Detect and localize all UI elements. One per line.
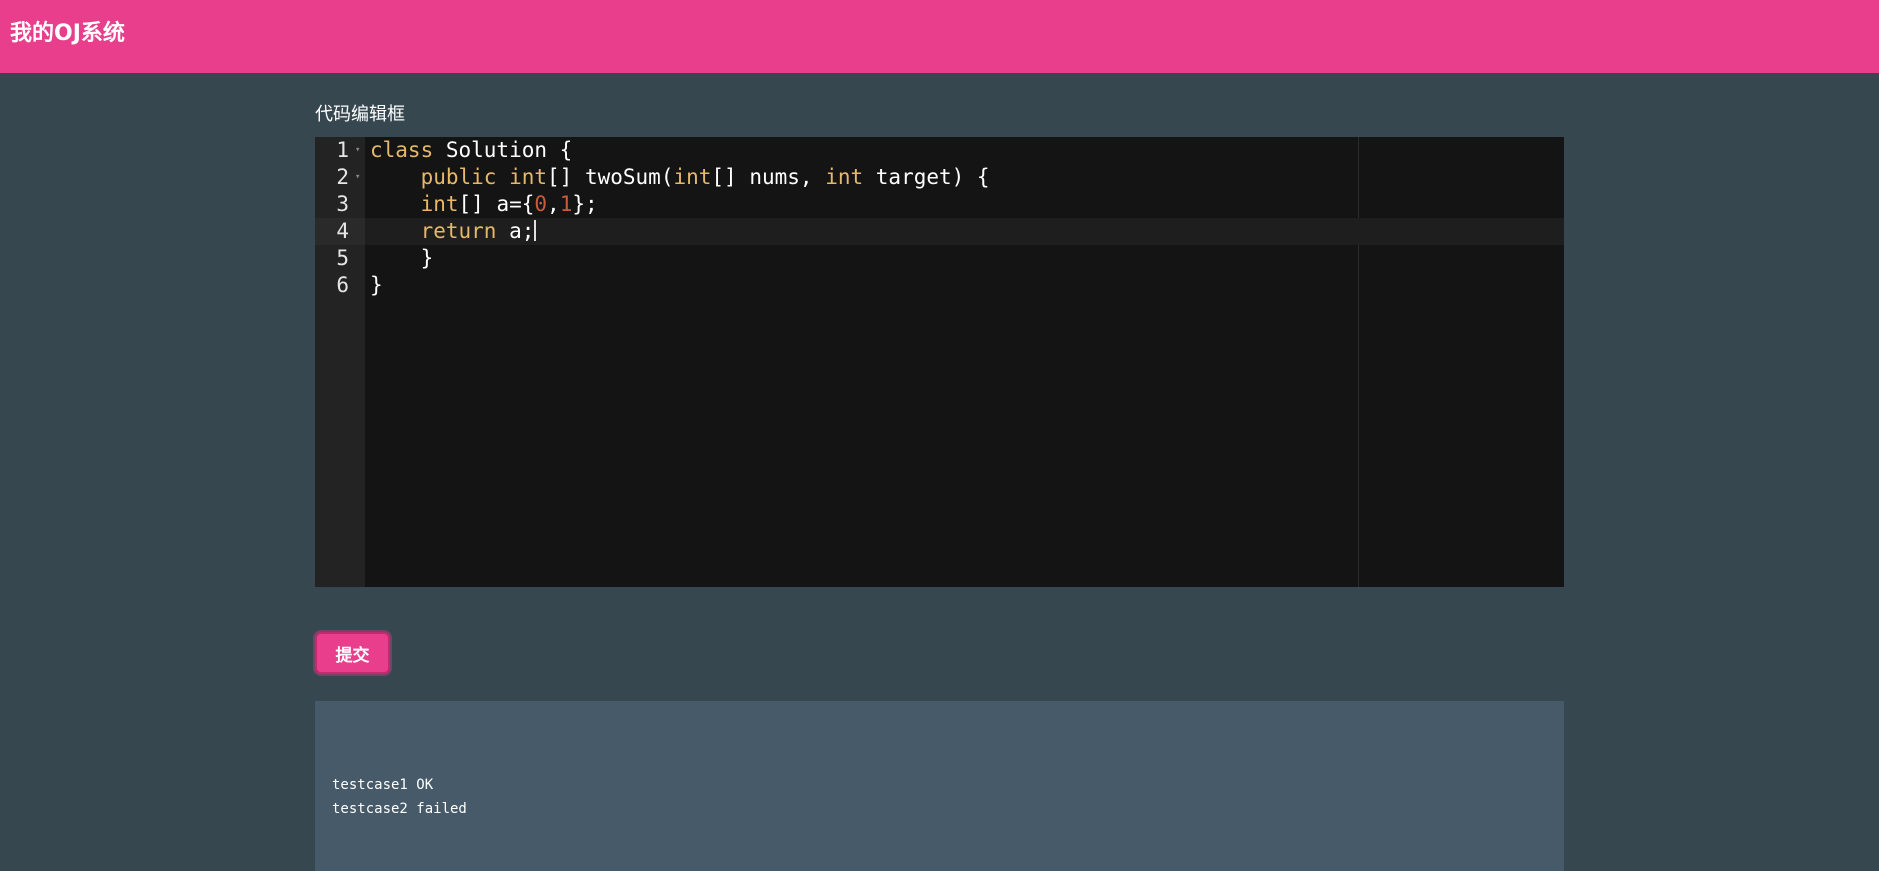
line-number: 5	[336, 246, 349, 270]
code-line[interactable]: 4 return a;	[315, 218, 1564, 245]
code-line[interactable]: 1 ▾ class Solution {	[315, 137, 1564, 164]
line-number: 2	[336, 165, 349, 189]
code-token: }	[370, 273, 383, 297]
text-cursor	[534, 220, 537, 241]
result-panel: testcase1 OK testcase2 failed	[315, 701, 1564, 871]
code-text[interactable]: return a;	[370, 218, 537, 245]
top-navbar: 我的OJ系统	[0, 0, 1879, 73]
keyword-token: int	[825, 165, 864, 189]
code-line[interactable]: 6}	[315, 272, 1564, 299]
line-number-cell: 3	[315, 191, 365, 218]
result-line: testcase2 failed	[332, 801, 467, 817]
code-token: };	[572, 192, 598, 216]
fold-arrow-icon[interactable]: ▾	[355, 137, 360, 164]
number-token: 1	[559, 192, 573, 216]
keyword-token: int	[420, 192, 459, 216]
editor-label: 代码编辑框	[315, 104, 405, 125]
line-number-cell: 2 ▾	[315, 164, 365, 191]
submit-button[interactable]: 提交	[315, 632, 390, 674]
code-token: }	[370, 246, 434, 270]
code-token: [] nums,	[711, 165, 826, 189]
code-text[interactable]: class Solution {	[370, 137, 572, 164]
code-token: target) {	[863, 165, 990, 189]
fold-arrow-icon[interactable]: ▾	[355, 164, 360, 191]
code-line[interactable]: 2 ▾ public int[] twoSum(int[] nums, int t…	[315, 164, 1564, 191]
code-editor[interactable]: 1 ▾ class Solution {2 ▾ public int[] twoSum…	[315, 137, 1564, 587]
line-number-cell: 6	[315, 272, 365, 299]
line-number: 6	[336, 273, 349, 297]
keyword-token: int	[509, 165, 548, 189]
code-token: a;	[496, 219, 535, 243]
code-text[interactable]: public int[] twoSum(int[] nums, int targ…	[370, 164, 990, 191]
line-number: 1	[336, 138, 349, 162]
code-token: Solution {	[433, 138, 573, 162]
line-number-cell: 4	[315, 218, 365, 245]
code-text[interactable]: }	[370, 272, 383, 299]
code-line[interactable]: 5 }	[315, 245, 1564, 272]
keyword-token: int	[673, 165, 712, 189]
line-number-cell: 1 ▾	[315, 137, 365, 164]
code-token: [] a={	[458, 192, 535, 216]
code-line[interactable]: 3 int[] a={0,1};	[315, 191, 1564, 218]
line-number: 4	[336, 219, 349, 243]
keyword-token: return	[420, 219, 497, 243]
keyword-token: public	[420, 165, 497, 189]
keyword-token: class	[370, 138, 434, 162]
code-text[interactable]: }	[370, 245, 434, 272]
code-token: ,	[547, 192, 560, 216]
line-number-cell: 5	[315, 245, 365, 272]
code-token: [] twoSum(	[547, 165, 674, 189]
line-number: 3	[336, 192, 349, 216]
number-token: 0	[534, 192, 548, 216]
app-title[interactable]: 我的OJ系统	[10, 20, 125, 48]
code-text[interactable]: int[] a={0,1};	[370, 191, 598, 218]
result-line: testcase1 OK	[332, 777, 434, 793]
